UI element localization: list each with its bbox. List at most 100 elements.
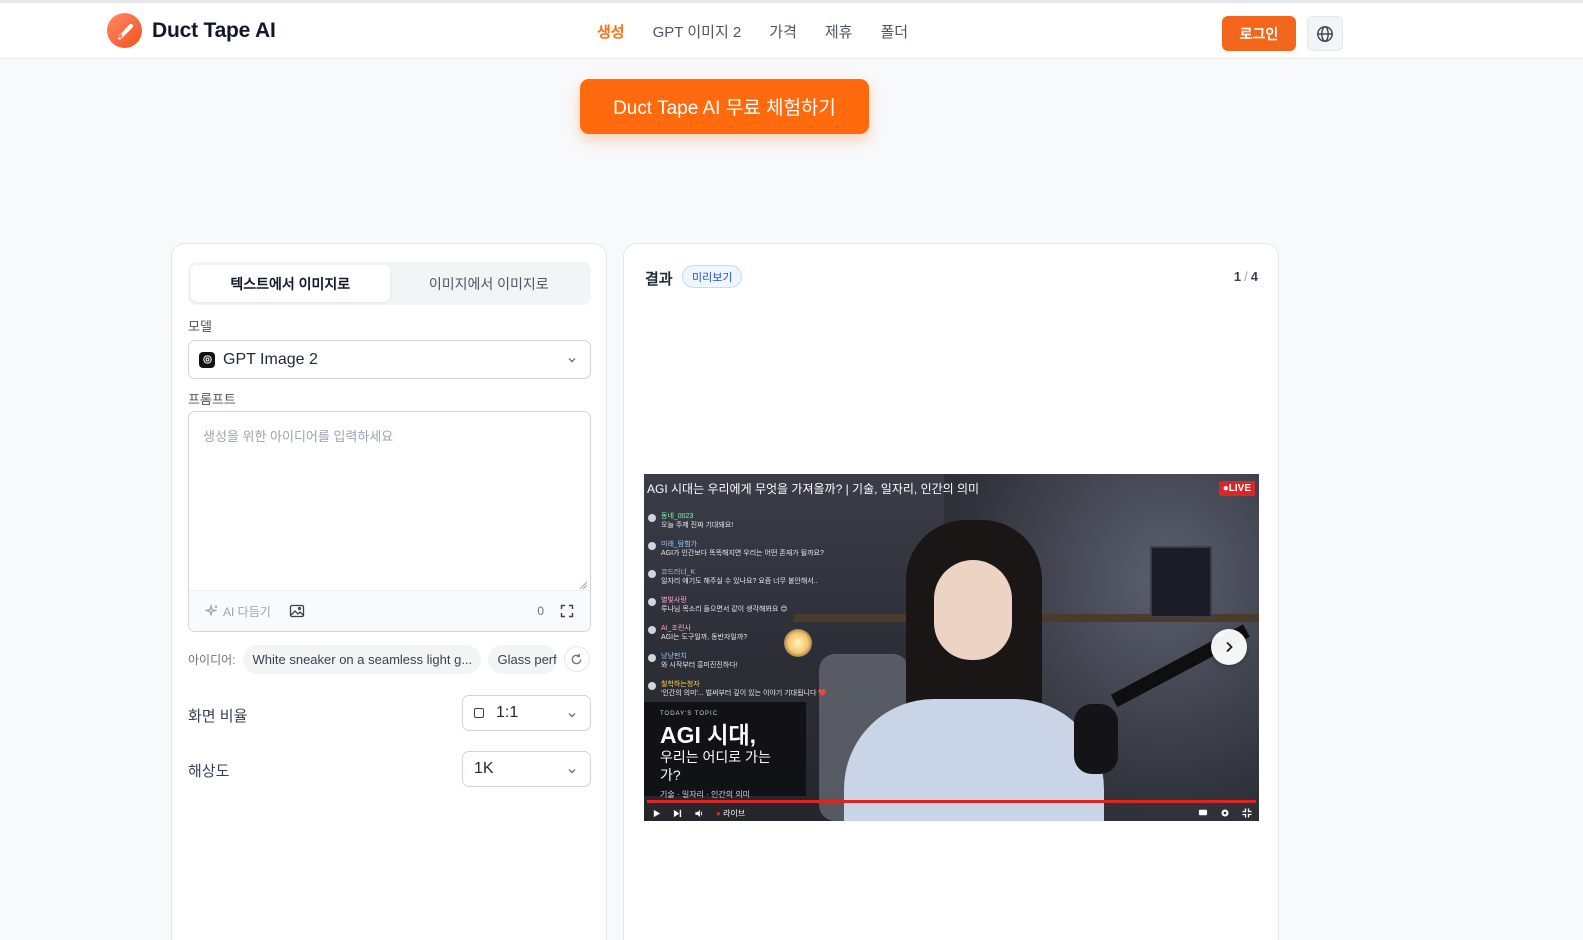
aspect-ratio-value: 1:1 bbox=[496, 704, 519, 721]
chat-username: 미래_탐험가 bbox=[661, 541, 698, 548]
brand-logo[interactable]: Duct Tape AI bbox=[107, 13, 276, 48]
captions-icon bbox=[1198, 809, 1208, 816]
refresh-icon bbox=[571, 653, 582, 664]
free-trial-button[interactable]: Duct Tape AI 무료 체험하기 bbox=[580, 79, 869, 134]
prompt-box: AI 다듬기 0 bbox=[188, 411, 591, 632]
chat-text: 일자리 얘기도 해주실 수 있나요? 요즘 너무 불안해서.. bbox=[661, 578, 818, 585]
login-button[interactable]: 로그인 bbox=[1222, 16, 1296, 51]
attach-image-button[interactable] bbox=[289, 604, 305, 618]
prompt-label: 프롬프트 bbox=[188, 392, 236, 407]
char-count: 0 bbox=[537, 604, 544, 618]
resolution-select[interactable]: 1K bbox=[462, 751, 591, 787]
streamer-face bbox=[934, 560, 1012, 660]
nav-pricing[interactable]: 가격 bbox=[769, 21, 797, 42]
ai-polish-button[interactable]: AI 다듬기 bbox=[205, 603, 271, 620]
mode-tabs: 텍스트에서 이미지로 이미지에서 이미지로 bbox=[188, 262, 591, 305]
page-current: 1 bbox=[1233, 269, 1242, 284]
wall-poster bbox=[1150, 546, 1212, 618]
chevron-down-icon bbox=[568, 769, 576, 774]
chat-text: 와 시작부터 흥미진진하다! bbox=[661, 662, 738, 669]
nav-gpt-image-2[interactable]: GPT 이미지 2 bbox=[653, 21, 742, 42]
topic-tags: 기술 · 일자리 · 인간의 의미 bbox=[660, 790, 751, 799]
settings-icon bbox=[1221, 809, 1229, 817]
prompt-input[interactable] bbox=[189, 412, 590, 592]
fullscreen-exit-icon bbox=[1242, 808, 1252, 818]
chat-text: 루나님 목소리 들으면서 같이 생각해봐요 😊 bbox=[661, 606, 788, 613]
prompt-toolbar: AI 다듬기 0 bbox=[189, 590, 590, 631]
chat-avatar bbox=[648, 514, 656, 522]
chat-username: 별빛사랑 bbox=[661, 597, 687, 604]
idea-chip[interactable]: White sneaker on a seamless light g... bbox=[242, 644, 481, 674]
topic-kicker: TODAY'S TOPIC bbox=[660, 711, 719, 717]
nav-generate[interactable]: 생성 bbox=[597, 21, 625, 42]
chevron-down-icon bbox=[568, 358, 576, 363]
video-right-controls bbox=[1198, 808, 1252, 818]
fullscreen-icon[interactable] bbox=[560, 604, 574, 618]
resize-handle-icon[interactable] bbox=[578, 580, 588, 590]
chat-message: 코드러너_K 일자리 얘기도 해주실 수 있나요? 요즘 너무 불안해서.. bbox=[648, 568, 823, 587]
chat-avatar bbox=[648, 570, 656, 578]
video-title: AGI 시대는 우리에게 무엇을 가져올까? | 기술, 일자리, 인간의 의미 bbox=[647, 482, 980, 496]
sparkle-icon bbox=[205, 604, 218, 618]
resolution-label: 해상도 bbox=[188, 763, 230, 780]
chat-message: 동네_0023 오늘 주제 진짜 기대돼요! bbox=[648, 512, 823, 531]
tab-image-to-image[interactable]: 이미지에서 이미지로 bbox=[390, 265, 589, 302]
live-chat: 동네_0023 오늘 주제 진짜 기대돼요! 미래_탐험가 AGI가 인간보다 똑똑… bbox=[648, 512, 827, 708]
language-button[interactable] bbox=[1307, 16, 1343, 51]
idea-suggestions: 아이디어: White sneaker on a seamless light … bbox=[188, 644, 591, 674]
page-total: 4 bbox=[1250, 269, 1258, 284]
globe-icon bbox=[1317, 25, 1333, 42]
chevron-down-icon bbox=[568, 713, 576, 718]
chat-message: 냥냥펀치 와 시작부터 흥미진진하다! bbox=[648, 652, 823, 671]
volume-icon bbox=[695, 809, 703, 817]
nav-folder[interactable]: 폴더 bbox=[880, 21, 908, 42]
chevron-right-icon bbox=[1226, 641, 1233, 653]
video-progress-bar bbox=[647, 800, 1256, 803]
aspect-ratio-label: 화면 비율 bbox=[188, 708, 248, 725]
preview-badge: 미리보기 bbox=[682, 265, 743, 288]
chat-message: 미래_탐험가 AGI가 인간보다 똑똑해지면 우리는 어떤 존재가 될까요? bbox=[648, 540, 824, 559]
topic-card: TODAY'S TOPIC AGI 시대, 우리는 어디로 가는가? 기술 · … bbox=[644, 702, 806, 799]
chat-text: 오늘 주제 진짜 기대돼요! bbox=[661, 522, 734, 529]
refresh-ideas-button[interactable] bbox=[563, 646, 590, 672]
chat-avatar bbox=[648, 682, 656, 690]
result-title: 결과 bbox=[645, 271, 673, 288]
model-label: 모델 bbox=[188, 319, 212, 334]
top-header: Duct Tape AI 생성 GPT 이미지 2 가격 제휴 폴더 로그인 bbox=[0, 0, 1583, 59]
chat-message: AI_조련사 AGI는 도구일까, 동반자일까? bbox=[648, 624, 823, 643]
aspect-ratio-select[interactable]: 1:1 bbox=[462, 695, 591, 731]
model-value: GPT Image 2 bbox=[223, 350, 318, 368]
generator-panel: 텍스트에서 이미지로 이미지에서 이미지로 모델 GPT Image 2 프롬프… bbox=[171, 243, 607, 940]
brand-name: Duct Tape AI bbox=[152, 18, 276, 42]
chat-username: 철학하는청자 bbox=[661, 681, 700, 688]
ai-polish-label: AI 다듬기 bbox=[223, 604, 271, 619]
idea-chip[interactable]: Glass perf bbox=[487, 644, 557, 674]
image-icon bbox=[289, 604, 304, 618]
chat-avatar bbox=[648, 654, 656, 662]
result-panel: 결과 미리보기 1/4 AGI 시대는 우리에게 무엇을 가져올까? | 기술,… bbox=[623, 243, 1279, 940]
next-image-button[interactable] bbox=[1211, 629, 1247, 665]
main-nav: 생성 GPT 이미지 2 가격 제휴 폴더 bbox=[597, 21, 936, 42]
chat-text: AGI가 인간보다 똑똑해지면 우리는 어떤 존재가 될까요? bbox=[661, 550, 824, 557]
result-preview-image[interactable]: AGI 시대는 우리에게 무엇을 가져올까? | 기술, 일자리, 인간의 의미… bbox=[644, 474, 1259, 821]
resolution-value: 1K bbox=[474, 760, 494, 777]
chat-avatar bbox=[648, 626, 656, 634]
skip-next-icon bbox=[673, 809, 682, 817]
chat-username: 코드러너_K bbox=[661, 569, 696, 576]
chat-text: '인간의 의미'... 벌써부터 깊이 있는 이야기 기대됩니다 ❤️ bbox=[661, 690, 828, 697]
chat-username: 동네_0023 bbox=[661, 513, 694, 520]
play-icon bbox=[653, 809, 661, 817]
nav-affiliate[interactable]: 제휴 bbox=[825, 21, 853, 42]
chat-message: 철학하는청자 '인간의 의미'... 벌써부터 깊이 있는 이야기 기대됩니다 ❤… bbox=[648, 680, 827, 699]
chat-text: AGI는 도구일까, 동반자일까? bbox=[661, 634, 748, 641]
tab-text-to-image[interactable]: 텍스트에서 이미지로 bbox=[191, 265, 390, 302]
result-pager: 1/4 bbox=[1233, 269, 1258, 284]
square-ratio-icon bbox=[474, 708, 484, 718]
chat-username: AI_조련사 bbox=[661, 625, 691, 632]
topic-subtitle: 우리는 어디로 가는가? bbox=[660, 749, 771, 783]
chat-avatar bbox=[648, 598, 656, 606]
duct-tape-logo-icon bbox=[107, 13, 142, 48]
openai-icon bbox=[199, 351, 215, 368]
model-select[interactable]: GPT Image 2 bbox=[188, 340, 591, 379]
chat-avatar bbox=[648, 542, 656, 550]
